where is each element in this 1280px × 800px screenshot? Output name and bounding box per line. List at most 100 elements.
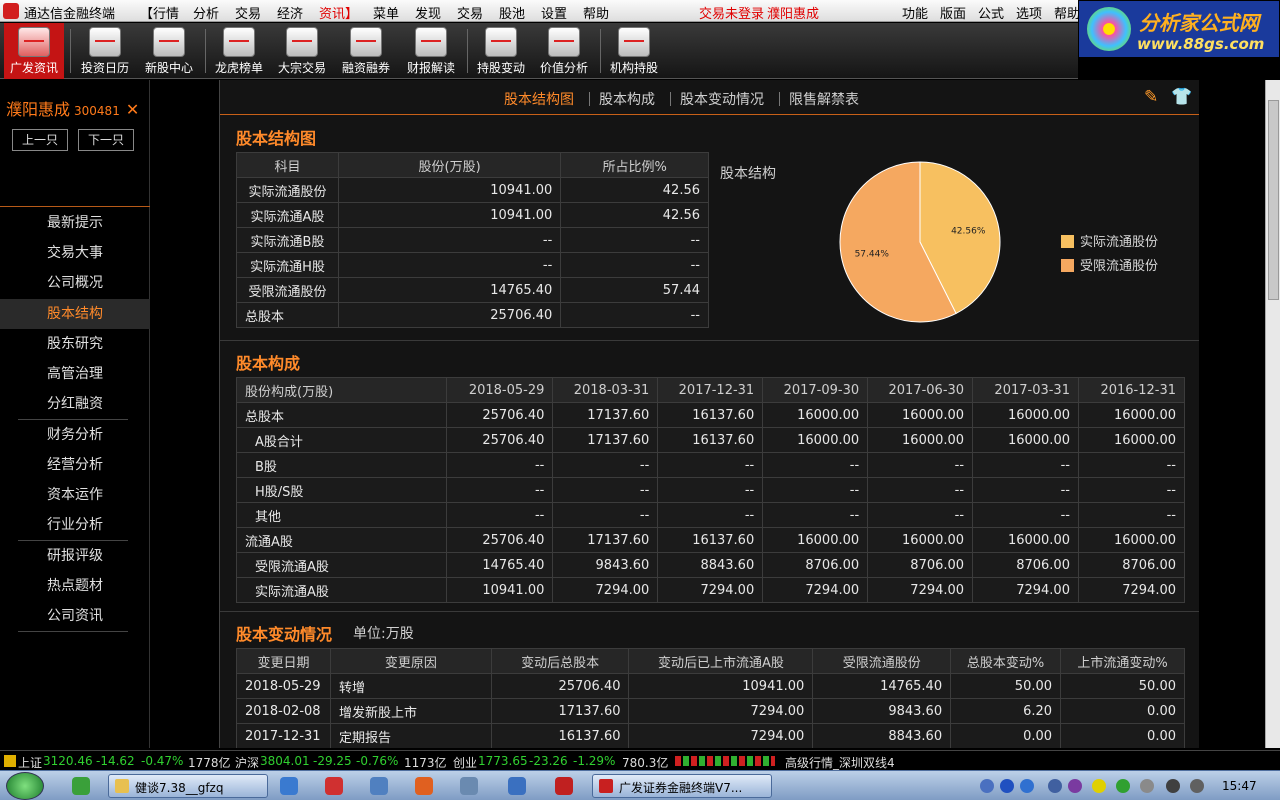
close-icon[interactable]: ✕ xyxy=(126,100,139,119)
sidebar-item-ziben-yunzuo[interactable]: 资本运作 xyxy=(0,480,150,510)
column-header: 2017-12-31 xyxy=(657,377,764,403)
sidebar-item-zuixin-tishi[interactable]: 最新提示 xyxy=(0,208,150,238)
toolbar-caibao-jiedu[interactable]: 财报解读 xyxy=(402,23,460,79)
tray-volume-icon[interactable] xyxy=(1190,779,1204,793)
tab-xianshou-jiejin[interactable]: 限售解禁表 xyxy=(789,89,859,109)
tray-signal-icon[interactable] xyxy=(1166,779,1180,793)
sidebar-item-gongsi-zixun[interactable]: 公司资讯 xyxy=(0,601,150,631)
login-status[interactable]: 交易未登录 xyxy=(699,3,764,22)
menu-faxian[interactable]: 发现 xyxy=(415,3,441,22)
menu-help-right[interactable]: 帮助 xyxy=(1054,3,1080,22)
table-cell: 16000.00 xyxy=(972,527,1079,553)
menu-jiaoyi-2[interactable]: 交易 xyxy=(457,3,483,22)
sidebar-item-fenhong-rongzi[interactable]: 分红融资 xyxy=(0,389,150,419)
table-cell: -- xyxy=(552,502,659,528)
tray-shield-icon[interactable] xyxy=(1116,779,1130,793)
start-button-icon[interactable] xyxy=(6,772,44,800)
ad-banner[interactable]: 分析家公式网 www.88gs.com xyxy=(1078,0,1280,58)
menu-caidan[interactable]: 菜单 xyxy=(373,3,399,22)
menu-zixun[interactable]: 资讯】 xyxy=(319,3,358,22)
column-header: 股份(万股) xyxy=(337,152,562,178)
ie-icon[interactable] xyxy=(280,777,298,795)
toolbar-dazong-jiaoyi[interactable]: 大宗交易 xyxy=(273,23,331,79)
menu-jingji[interactable]: 经济 xyxy=(277,3,303,22)
unit-label: 单位:万股 xyxy=(353,626,414,642)
table-cell: -- xyxy=(1077,452,1186,478)
table-cell: 16137.60 xyxy=(657,402,764,428)
ticker-sh-name[interactable]: 上证 xyxy=(18,754,42,771)
sidebar-item-caiwu-fenxi[interactable]: 财务分析 xyxy=(0,420,150,450)
tab-guben-jiegoutu[interactable]: 股本结构图 xyxy=(504,89,574,109)
toolbar-label: 投资日历 xyxy=(80,61,129,75)
tray-add-icon[interactable] xyxy=(1092,779,1106,793)
prev-stock-button[interactable]: 上一只 xyxy=(12,129,68,151)
menu-jiaoyi[interactable]: 交易 xyxy=(235,3,261,22)
guangfa-icon[interactable] xyxy=(555,777,573,795)
taskbar-task-guangfa[interactable]: 广发证券金融终端V7... xyxy=(592,774,772,798)
menu-fenxi[interactable]: 分析 xyxy=(193,3,219,22)
menu-gongneng[interactable]: 功能 xyxy=(902,3,928,22)
table-cell: 8706.00 xyxy=(972,552,1079,578)
sidebar-item-gudong-yanjiu[interactable]: 股东研究 xyxy=(0,329,150,359)
tray-usb-icon[interactable] xyxy=(1140,779,1154,793)
toolbar-longhubang[interactable]: 龙虎榜单 xyxy=(210,23,268,79)
menu-xuanxiang[interactable]: 选项 xyxy=(1016,3,1042,22)
menu-shezhi[interactable]: 设置 xyxy=(541,3,567,22)
table-cell: 16000.00 xyxy=(867,427,974,453)
legend-label: 实际流通股份 xyxy=(1080,235,1159,250)
sidebar-item-redian-ticai[interactable]: 热点题材 xyxy=(0,571,150,601)
taskbar-clock[interactable]: 15:47 xyxy=(1222,779,1257,793)
next-stock-button[interactable]: 下一只 xyxy=(78,129,134,151)
menu-hangqing[interactable]: 【行情 xyxy=(140,3,179,22)
tray-app-icon[interactable] xyxy=(1020,779,1034,793)
menu-gongshi[interactable]: 公式 xyxy=(978,3,1004,22)
scrollbar-thumb[interactable] xyxy=(1268,100,1279,300)
table-cell: -- xyxy=(657,477,764,503)
menu-bangzhu[interactable]: 帮助 xyxy=(583,3,609,22)
table-cell: 17137.60 xyxy=(552,402,659,428)
app-icon[interactable] xyxy=(325,777,343,795)
shirt-icon[interactable]: 👕 xyxy=(1171,87,1192,107)
tray-keyboard-icon[interactable] xyxy=(980,779,994,793)
ticker-cy-name[interactable]: 创业 xyxy=(453,754,477,771)
sidebar-item-hangye-fenxi[interactable]: 行业分析 xyxy=(0,510,150,540)
table-header-row: 股份构成(万股) 2018-05-29 2018-03-31 2017-12-3… xyxy=(235,377,1186,403)
sidebar-item-gongsi-gaikuang[interactable]: 公司概况 xyxy=(0,268,150,298)
toolbar-rongzi-rongquan[interactable]: 融资融券 xyxy=(337,23,395,79)
tray-help-icon[interactable] xyxy=(1000,779,1014,793)
sidebar-item-yanbao-pingji[interactable]: 研报评级 xyxy=(0,541,150,571)
browser-icon[interactable] xyxy=(72,777,90,795)
toolbar-touzi-rili[interactable]: 投资日历 xyxy=(76,23,134,79)
tab-guben-goucheng[interactable]: 股本构成 xyxy=(599,89,655,109)
sidebar-item-gaoguan-zhili[interactable]: 高管治理 xyxy=(0,359,150,389)
tab-guben-biandong[interactable]: 股本变动情况 xyxy=(680,89,764,109)
tray-app-2-icon[interactable] xyxy=(1068,779,1082,793)
sidebar-item-jingying-fenxi[interactable]: 经营分析 xyxy=(0,450,150,480)
ticker-sz-name[interactable]: 沪深 xyxy=(235,754,259,771)
sidebar-item-jiaoyi-dashi[interactable]: 交易大事 xyxy=(0,238,150,268)
table-cell: 42.56 xyxy=(560,177,709,203)
toolbar-guangfa-zixun[interactable]: 广发资讯 xyxy=(4,23,64,79)
browser-2-icon[interactable] xyxy=(508,777,526,795)
table-cell: -- xyxy=(657,452,764,478)
sidebar-item-guben-jiegou[interactable]: 股本结构 xyxy=(0,299,150,329)
taskbar-task-folder[interactable]: 健谈7.38__gfzq xyxy=(108,774,268,798)
tray-network-icon[interactable] xyxy=(1048,779,1062,793)
edit-icon[interactable]: ✎ xyxy=(1144,87,1158,107)
table-cell: 10941.00 xyxy=(337,202,562,228)
menu-banmian[interactable]: 版面 xyxy=(940,3,966,22)
server-status[interactable]: 高级行情_深圳双线4 xyxy=(785,754,895,771)
toolbar-jiazhi-fenxi[interactable]: 价值分析 xyxy=(535,23,593,79)
chart-trend-icon xyxy=(286,27,318,57)
table-cell: 9843.60 xyxy=(812,698,952,724)
vertical-scrollbar[interactable] xyxy=(1265,80,1280,748)
menu-guchi[interactable]: 股池 xyxy=(499,3,525,22)
tool-icon[interactable] xyxy=(460,777,478,795)
firefox-icon[interactable] xyxy=(415,777,433,795)
toolbar-xingu-zhongxin[interactable]: 新股中心 xyxy=(140,23,198,79)
toolbar-jigou-chigu[interactable]: 机构持股 xyxy=(605,23,663,79)
chart-trend-icon xyxy=(223,27,255,57)
toolbar-chigu-biandong[interactable]: 持股变动 xyxy=(472,23,530,79)
notepad-icon[interactable] xyxy=(370,777,388,795)
tab-bar: 股本结构图 股本构成 股本变动情况 限售解禁表 ✎ 👕 xyxy=(220,80,1199,115)
